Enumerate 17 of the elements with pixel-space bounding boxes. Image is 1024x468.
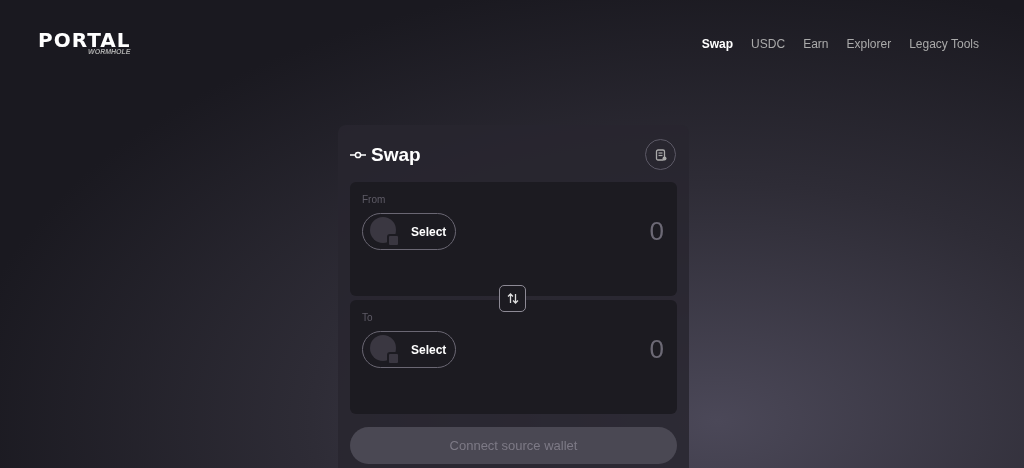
swap-title: Swap (350, 143, 421, 166)
panel-label: From (362, 194, 387, 205)
swap-direction-button[interactable] (499, 285, 526, 312)
nav-link[interactable]: Earn (803, 37, 829, 51)
amount-value: 0 (649, 334, 664, 365)
nav-link[interactable]: Explorer (846, 37, 892, 51)
amount-value: 0 (649, 216, 664, 247)
commit-icon (350, 150, 366, 159)
nav-link[interactable]: USDC (751, 37, 786, 51)
nav-link[interactable]: Swap (701, 37, 734, 51)
token-placeholder-icon (369, 215, 401, 248)
panel-label: To (362, 312, 374, 323)
swap-arrows-icon (506, 292, 519, 305)
receipt-icon (654, 148, 667, 161)
logo-title[interactable]: PORTAL (38, 30, 131, 50)
nav-link[interactable]: Legacy Tools (909, 37, 979, 51)
token-placeholder-icon (369, 333, 401, 366)
